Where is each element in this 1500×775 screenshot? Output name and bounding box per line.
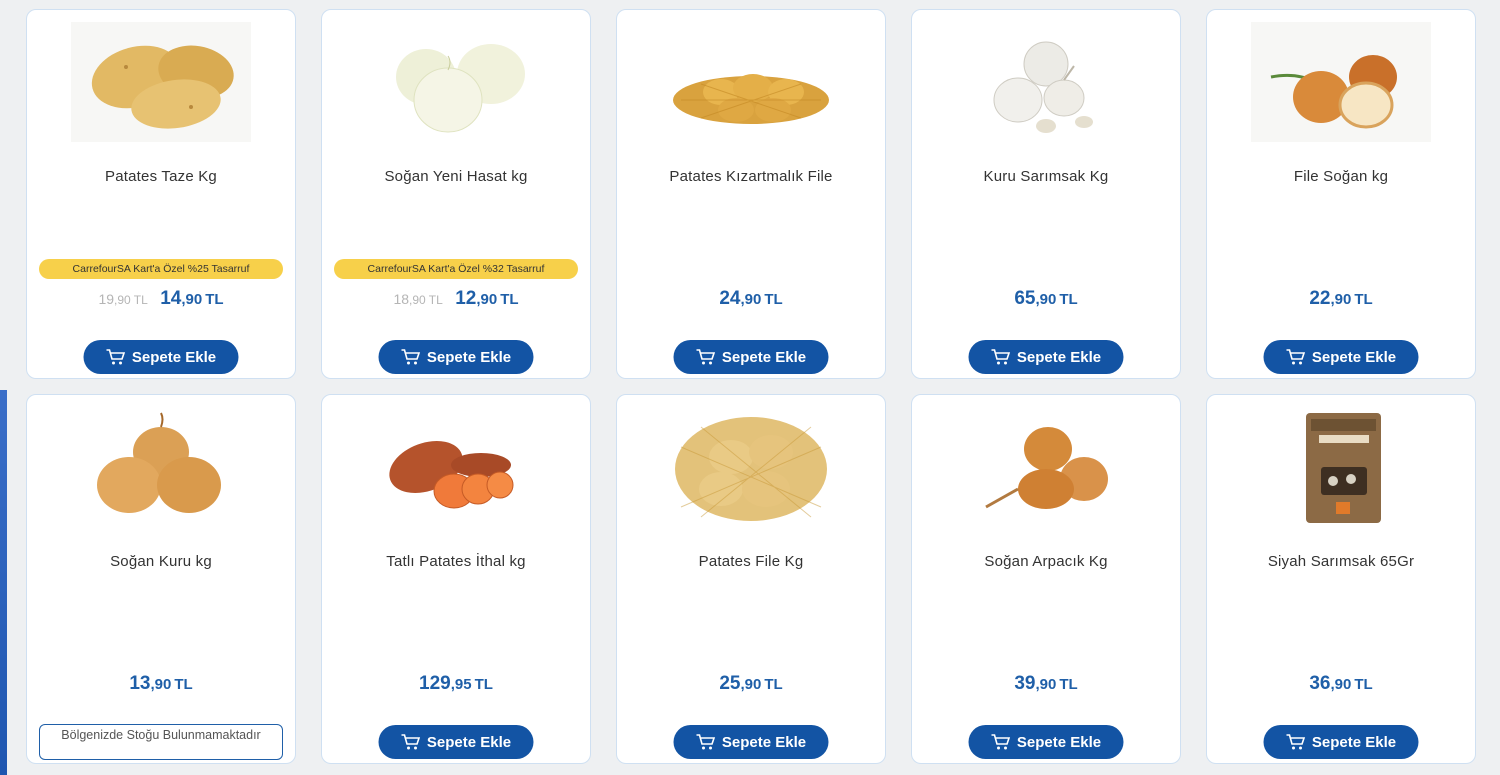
product-card[interactable]: Kuru Sarımsak Kg 65,90 TL Sepete Ekle (911, 9, 1181, 379)
add-to-cart-label: Sepete Ekle (1311, 733, 1397, 751)
product-card[interactable]: Patates File Kg 25,90 TL Sepete Ekle (616, 394, 886, 764)
add-to-cart-button[interactable]: Sepete Ekle (968, 340, 1124, 374)
add-to-cart-label: Sepete Ekle (1016, 348, 1102, 366)
product-name[interactable]: Soğan Yeni Hasat kg (332, 168, 580, 185)
add-to-cart-button[interactable]: Sepete Ekle (968, 725, 1124, 759)
old-price: 19,90 TL (98, 291, 148, 307)
product-name[interactable]: Patates Kızartmalık File (627, 168, 875, 185)
black-garlic-pack-icon (1306, 413, 1381, 523)
current-price: 36,90 TL (1309, 673, 1373, 694)
potato-net-icon (673, 74, 829, 124)
cart-icon (1286, 734, 1306, 750)
product-grid: Patates Taze Kg CarrefourSA Kart'a Özel … (26, 9, 1476, 764)
current-price: 12,90 TL (455, 288, 519, 309)
cart-icon (696, 349, 716, 365)
sweet-potato-icon (389, 440, 514, 509)
product-card[interactable]: Soğan Arpacık Kg 39,90 TL Sepete Ekle (911, 394, 1181, 764)
discount-badge: CarrefourSA Kart'a Özel %32 Tasarruf (334, 259, 578, 279)
product-name[interactable]: Tatlı Patates İthal kg (332, 553, 580, 570)
add-to-cart-label: Sepete Ekle (721, 348, 807, 366)
add-to-cart-label: Sepete Ekle (426, 733, 512, 751)
cart-icon (696, 734, 716, 750)
product-name[interactable]: Patates Taze Kg (37, 168, 285, 185)
product-card[interactable]: Patates Kızartmalık File 24,90 TL Sepete … (616, 9, 886, 379)
cart-icon (401, 349, 421, 365)
add-to-cart-label: Sepete Ekle (721, 733, 807, 751)
cart-icon (991, 734, 1011, 750)
garlic-icon (993, 41, 1093, 133)
price-row: 36,90 TL (1207, 673, 1475, 697)
add-to-cart-button[interactable]: Sepete Ekle (1263, 340, 1419, 374)
product-name[interactable]: Soğan Arpacık Kg (922, 553, 1170, 570)
cart-icon (991, 349, 1011, 365)
out-of-stock-notice: Bölgenizde Stoğu Bulunmamaktadır (39, 724, 283, 760)
cart-icon (401, 734, 421, 750)
price-row: 19,90 TL 14,90 TL (27, 288, 295, 312)
product-name[interactable]: Siyah Sarımsak 65Gr (1217, 553, 1465, 570)
current-price: 14,90 TL (160, 288, 224, 309)
potato-net-icon (675, 417, 827, 521)
price-row: 65,90 TL (912, 288, 1180, 312)
side-strip (0, 390, 7, 775)
price-row: 13,90 TL (27, 673, 295, 697)
add-to-cart-label: Sepete Ekle (1311, 348, 1397, 366)
add-to-cart-label: Sepete Ekle (131, 348, 217, 366)
product-card[interactable]: Siyah Sarımsak 65Gr 36,90 TL Sepete Ekle (1206, 394, 1476, 764)
current-price: 129,95 TL (419, 673, 493, 694)
current-price: 25,90 TL (719, 673, 783, 694)
add-to-cart-button[interactable]: Sepete Ekle (673, 725, 829, 759)
product-card[interactable]: Patates Taze Kg CarrefourSA Kart'a Özel … (26, 9, 296, 379)
add-to-cart-button[interactable]: Sepete Ekle (378, 725, 534, 759)
add-to-cart-label: Sepete Ekle (426, 348, 512, 366)
white-onion-icon (396, 44, 525, 133)
add-to-cart-button[interactable]: Sepete Ekle (83, 340, 239, 374)
product-card[interactable]: Tatlı Patates İthal kg 129,95 TL Sepete E… (321, 394, 591, 764)
product-name[interactable]: Kuru Sarımsak Kg (922, 168, 1170, 185)
price-row: 25,90 TL (617, 673, 885, 697)
discount-badge: CarrefourSA Kart'a Özel %25 Tasarruf (39, 259, 283, 279)
product-name[interactable]: Soğan Kuru kg (37, 553, 285, 570)
add-to-cart-button[interactable]: Sepete Ekle (673, 340, 829, 374)
product-card[interactable]: Soğan Kuru kg 13,90 TL Bölgenizde Stoğu B… (26, 394, 296, 764)
old-price: 18,90 TL (393, 291, 443, 307)
potato-icon (71, 22, 251, 142)
price-row: 22,90 TL (1207, 288, 1475, 312)
add-to-cart-button[interactable]: Sepete Ekle (1263, 725, 1419, 759)
shallot-icon (985, 427, 1108, 509)
onion-icon (97, 412, 221, 513)
current-price: 24,90 TL (719, 288, 783, 309)
cart-icon (106, 349, 126, 365)
price-row: 39,90 TL (912, 673, 1180, 697)
add-to-cart-label: Sepete Ekle (1016, 733, 1102, 751)
current-price: 65,90 TL (1014, 288, 1078, 309)
product-name[interactable]: Patates File Kg (627, 553, 875, 570)
product-card[interactable]: Soğan Yeni Hasat kg CarrefourSA Kart'a Ö… (321, 9, 591, 379)
current-price: 39,90 TL (1014, 673, 1078, 694)
product-card[interactable]: File Soğan kg 22,90 TL Sepete Ekle (1206, 9, 1476, 379)
add-to-cart-button[interactable]: Sepete Ekle (378, 340, 534, 374)
product-name[interactable]: File Soğan kg (1217, 168, 1465, 185)
price-row: 18,90 TL 12,90 TL (322, 288, 590, 312)
current-price: 22,90 TL (1309, 288, 1373, 309)
cart-icon (1286, 349, 1306, 365)
current-price: 13,90 TL (129, 673, 193, 694)
price-row: 129,95 TL (322, 673, 590, 697)
price-row: 24,90 TL (617, 288, 885, 312)
onion-icon (1251, 22, 1431, 142)
